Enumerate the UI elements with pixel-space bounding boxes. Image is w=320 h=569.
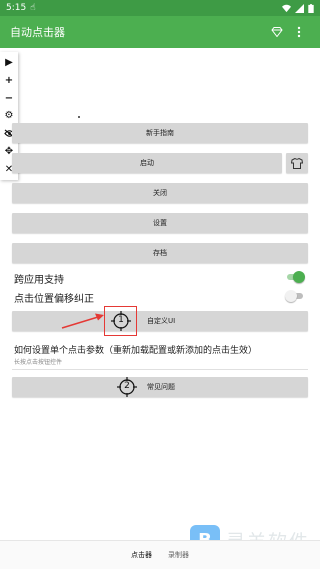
minus-icon[interactable]: −	[2, 91, 16, 105]
touch-icon: ☝	[30, 3, 36, 13]
dot-marker	[78, 116, 80, 118]
play-icon[interactable]: ▶	[2, 56, 16, 70]
custom-ui-label: 自定义UI	[147, 317, 176, 325]
status-icons	[282, 3, 314, 13]
target-crosshair-1: 1	[111, 311, 131, 331]
target-number-2: 2	[124, 381, 130, 391]
app-bar: 自动点击器	[0, 16, 320, 48]
archive-button[interactable]: 存档	[12, 243, 308, 263]
guide-button[interactable]: 新手指南	[12, 123, 308, 143]
wifi-icon	[282, 4, 291, 12]
red-arrow-icon	[61, 313, 104, 329]
cross-app-switch[interactable]	[285, 271, 305, 283]
nav-recorder[interactable]: 录制器	[168, 550, 189, 560]
faq-label: 常见问题	[147, 383, 175, 391]
shirt-button[interactable]	[286, 153, 308, 173]
close-button[interactable]: 关闭	[12, 183, 308, 203]
start-button[interactable]: 启动	[12, 153, 282, 173]
custom-ui-button[interactable]: 自定义UI	[12, 311, 308, 331]
battery-icon	[308, 3, 314, 13]
status-bar: 5:15 ☝	[0, 0, 320, 16]
settings-button[interactable]: 设置	[12, 213, 308, 233]
status-time: 5:15	[6, 3, 27, 13]
signal-icon	[295, 3, 304, 13]
nav-clicker[interactable]: 点击器	[131, 550, 152, 560]
gear-icon[interactable]: ⚙	[2, 109, 16, 123]
tip-subtitle: 长按点击按钮控件	[14, 359, 63, 366]
plus-icon[interactable]: +	[2, 74, 16, 88]
cross-app-label: 跨应用支持	[14, 275, 64, 286]
bottom-nav: 点击器 录制器	[0, 540, 320, 569]
offset-correction-switch[interactable]	[285, 290, 305, 302]
more-options-icon[interactable]	[288, 21, 310, 43]
target-number-1: 1	[118, 315, 124, 325]
target-crosshair-2: 2	[117, 377, 137, 397]
offset-correction-label: 点击位置偏移纠正	[14, 294, 94, 305]
shirt-icon	[291, 157, 303, 169]
app-title: 自动点击器	[10, 26, 65, 39]
tip-title: 如何设置单个点击参数（重新加载配置或新添加的点击生效）	[14, 346, 258, 356]
tip-section: 如何设置单个点击参数（重新加载配置或新添加的点击生效） 长按点击按钮控件	[12, 340, 308, 370]
diamond-icon[interactable]	[266, 21, 288, 43]
faq-button[interactable]: 常见问题	[12, 377, 308, 397]
